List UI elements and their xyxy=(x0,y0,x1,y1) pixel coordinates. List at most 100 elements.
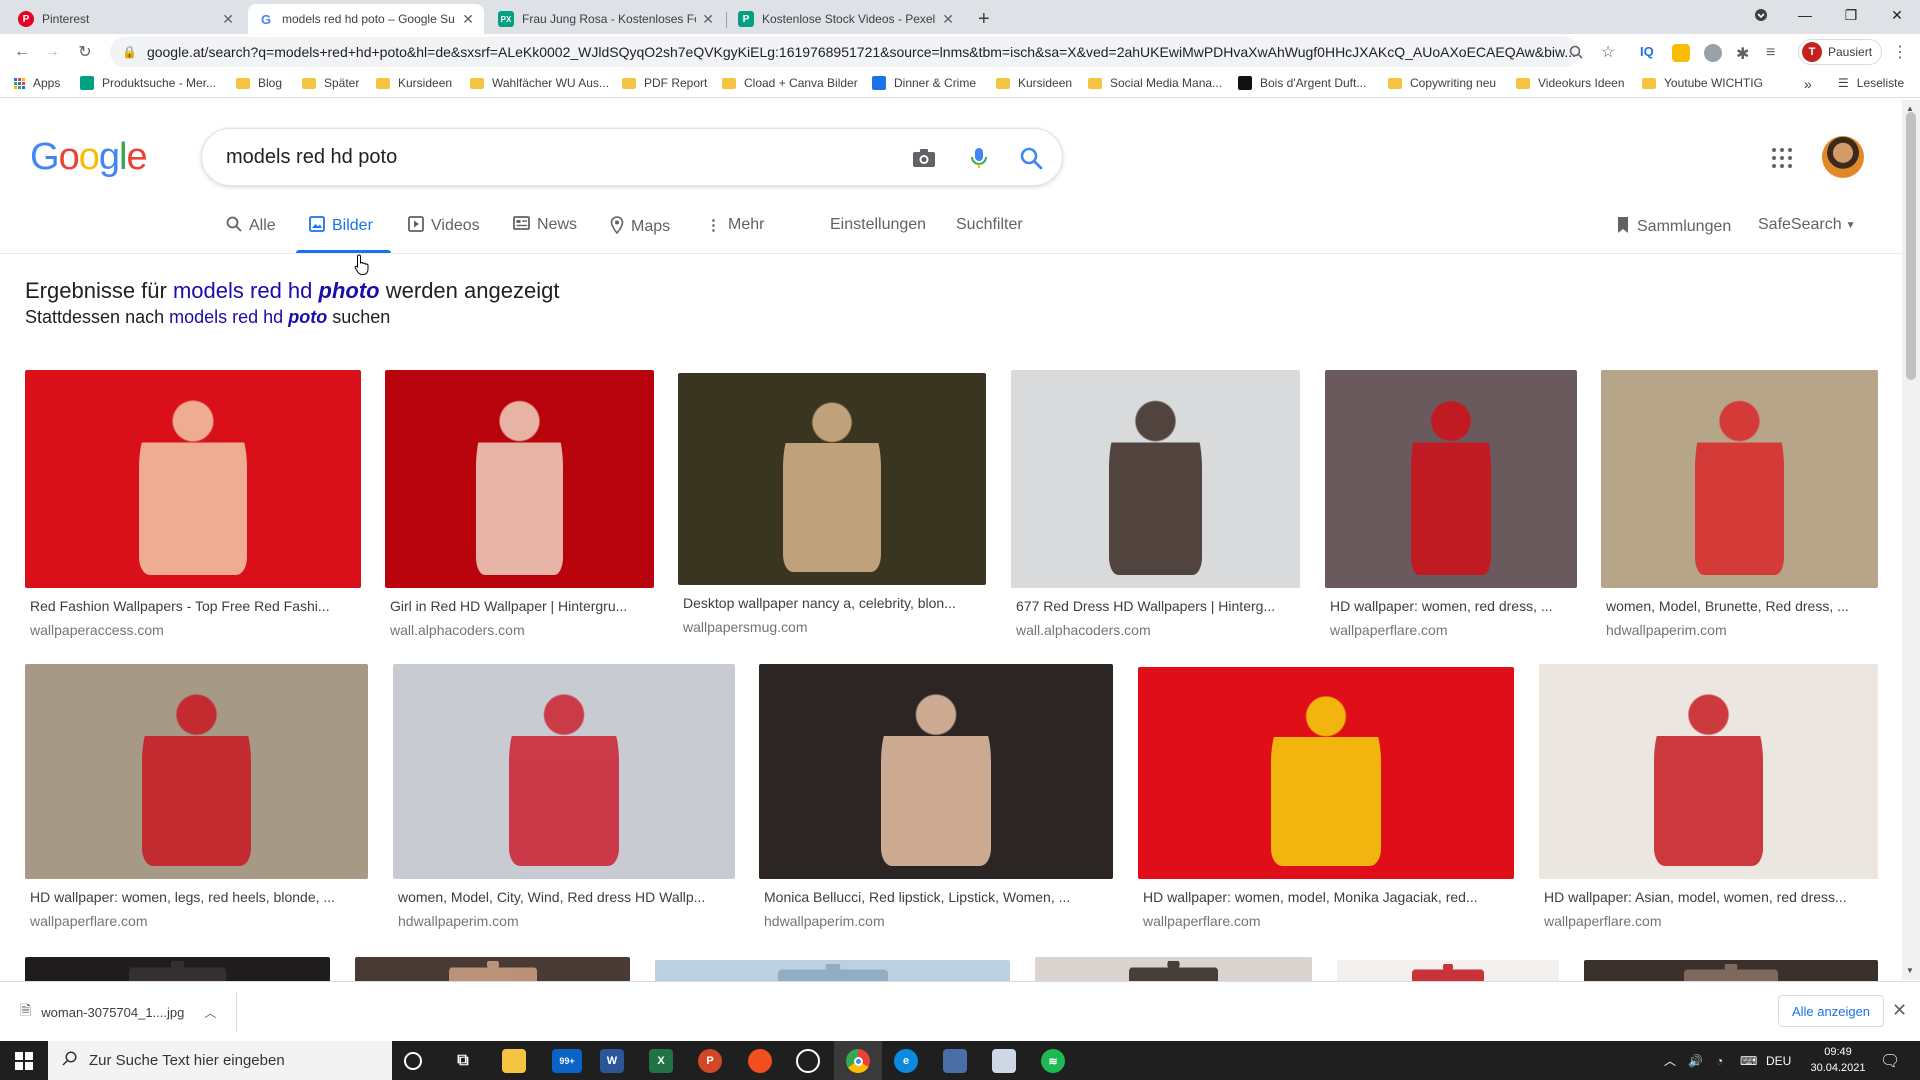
app-icon[interactable] xyxy=(748,1049,772,1073)
bookmark-item[interactable]: Kursideen xyxy=(376,76,452,90)
close-tab-icon[interactable]: ✕ xyxy=(702,11,714,28)
show-all-downloads-button[interactable]: Alle anzeigen xyxy=(1778,995,1884,1027)
more-bookmarks-button[interactable]: » xyxy=(1804,76,1812,92)
bookmark-item[interactable]: Dinner & Crime xyxy=(872,76,976,90)
close-tab-icon[interactable]: ✕ xyxy=(462,11,474,28)
tab-pinterest[interactable]: P Pinterest ✕ xyxy=(8,4,244,34)
collections-link[interactable]: Sammlungen xyxy=(1616,216,1731,238)
result-thumbnail[interactable] xyxy=(385,370,654,588)
wifi-icon[interactable]: ◔ xyxy=(1716,1041,1723,1080)
image-result[interactable]: Red Fashion Wallpapers - Top Free Red Fa… xyxy=(25,370,361,638)
search-input[interactable] xyxy=(226,143,866,171)
taskbar-clock[interactable]: 09:49 30.04.2021 xyxy=(1806,1044,1870,1076)
profile-button[interactable]: T Pausiert xyxy=(1798,39,1882,65)
result-source[interactable]: wallpaperflare.com xyxy=(1138,913,1514,929)
bookmark-item[interactable]: Copywriting neu xyxy=(1388,76,1496,90)
tab-google-search[interactable]: G models red hd poto – Google Su ✕ xyxy=(248,4,484,34)
close-download-shelf-icon[interactable]: ✕ xyxy=(1892,1000,1907,1021)
notification-icon[interactable]: 🗨 xyxy=(1880,1041,1900,1080)
iq-extension-icon[interactable]: IQ xyxy=(1640,44,1658,62)
mail-icon[interactable]: 99+ xyxy=(552,1049,582,1073)
image-result[interactable]: HD wallpaper: Asian, model, women, red d… xyxy=(1539,664,1878,929)
result-thumbnail[interactable] xyxy=(1601,370,1878,588)
result-source[interactable]: hdwallpaperim.com xyxy=(1601,622,1878,638)
app-icon[interactable] xyxy=(943,1049,967,1073)
corrected-query-link[interactable]: models red hd photo xyxy=(173,278,380,303)
extension-icon[interactable] xyxy=(1672,44,1690,62)
result-source[interactable]: wallpaperflare.com xyxy=(1539,913,1878,929)
result-caption[interactable]: Monica Bellucci, Red lipstick, Lipstick,… xyxy=(759,889,1113,905)
result-thumbnail[interactable] xyxy=(25,370,361,588)
cortana-icon[interactable] xyxy=(404,1052,422,1070)
tab-mehr[interactable]: ⋮ Mehr xyxy=(706,216,764,234)
result-source[interactable]: wallpapersmug.com xyxy=(678,619,986,635)
result-source[interactable]: hdwallpaperim.com xyxy=(759,913,1113,929)
image-result[interactable]: HD wallpaper: women, red dress, ... wallp… xyxy=(1325,370,1577,638)
volume-icon[interactable]: 🔊 xyxy=(1688,1041,1703,1080)
windows-start-icon[interactable] xyxy=(0,1041,48,1080)
image-result[interactable]: Girl in Red HD Wallpaper | Hintergru... w… xyxy=(385,370,654,638)
powerpoint-icon[interactable]: P xyxy=(698,1049,722,1073)
result-thumbnail[interactable] xyxy=(1138,667,1514,879)
result-thumbnail[interactable] xyxy=(678,373,986,585)
bookmark-item[interactable]: Videokurs Ideen xyxy=(1516,76,1625,90)
chrome-icon[interactable] xyxy=(846,1049,870,1073)
result-thumbnail[interactable] xyxy=(1539,664,1878,879)
forward-arrow-icon[interactable]: → xyxy=(40,40,64,64)
tab-pexels-photo[interactable]: PX Frau Jung Rosa - Kostenloses Fo ✕ xyxy=(488,4,724,34)
result-source[interactable]: wall.alphacoders.com xyxy=(1011,622,1300,638)
menu-kebab-icon[interactable]: ⋮ xyxy=(1888,40,1912,64)
result-thumbnail[interactable] xyxy=(25,664,368,879)
scroll-thumb[interactable] xyxy=(1906,112,1916,380)
result-source[interactable]: hdwallpaperim.com xyxy=(393,913,735,929)
result-caption[interactable]: HD wallpaper: women, red dress, ... xyxy=(1325,598,1577,614)
back-arrow-icon[interactable]: ← xyxy=(10,40,34,64)
bookmark-item[interactable]: PDF Report xyxy=(622,76,707,90)
tab-bilder[interactable]: Bilder xyxy=(309,216,373,236)
result-thumbnail[interactable] xyxy=(393,664,735,879)
result-caption[interactable]: Desktop wallpaper nancy a, celebrity, bl… xyxy=(678,595,986,611)
bookmark-apps[interactable]: Apps xyxy=(14,76,60,90)
taskbar-search[interactable]: Zur Suche Text hier eingeben xyxy=(48,1041,392,1080)
image-result[interactable]: HD wallpaper: women, model, Monika Jagac… xyxy=(1138,667,1514,929)
scroll-down-arrow-icon[interactable]: ▼ xyxy=(1906,966,1914,975)
result-source[interactable]: wall.alphacoders.com xyxy=(385,622,654,638)
puzzle-extensions-icon[interactable]: ✱ xyxy=(1736,44,1754,63)
media-queue-icon[interactable]: ≡ xyxy=(1766,44,1784,62)
result-caption[interactable]: HD wallpaper: women, legs, red heels, bl… xyxy=(25,889,368,905)
result-caption[interactable]: HD wallpaper: Asian, model, women, red d… xyxy=(1539,889,1878,905)
bookmark-item[interactable]: Bois d'Argent Duft... xyxy=(1238,76,1366,90)
result-source[interactable]: wallpaperflare.com xyxy=(25,913,368,929)
bookmark-star-icon[interactable]: ☆ xyxy=(1596,40,1620,64)
bookmark-item[interactable]: Youtube WICHTIG xyxy=(1642,76,1763,90)
app-icon[interactable] xyxy=(992,1049,1016,1073)
new-tab-button[interactable]: + xyxy=(972,4,1002,34)
result-caption[interactable]: HD wallpaper: women, model, Monika Jagac… xyxy=(1138,889,1514,905)
account-avatar[interactable] xyxy=(1822,136,1864,178)
bookmark-item[interactable]: Blog xyxy=(236,76,282,90)
tab-search-icon[interactable] xyxy=(1738,0,1784,30)
close-tab-icon[interactable]: ✕ xyxy=(222,11,234,28)
result-thumbnail[interactable] xyxy=(759,664,1113,879)
bookmark-item[interactable]: Später xyxy=(302,76,359,90)
image-result[interactable]: women, Model, City, Wind, Red dress HD W… xyxy=(393,664,735,929)
result-thumbnail[interactable] xyxy=(1011,370,1300,588)
tab-pexels-videos[interactable]: P Kostenlose Stock Videos - Pexels ✕ xyxy=(728,4,964,34)
result-caption[interactable]: 677 Red Dress HD Wallpapers | Hinterg... xyxy=(1011,598,1300,614)
bookmark-item[interactable]: Kursideen xyxy=(996,76,1072,90)
keyboard-icon[interactable]: ⌨ xyxy=(1740,1041,1757,1080)
bookmark-item[interactable]: Wahlfächer WU Aus... xyxy=(470,76,609,90)
bookmark-item[interactable]: Cload + Canva Bilder xyxy=(722,76,858,90)
extension-icon[interactable] xyxy=(1704,44,1722,62)
tray-chevron-icon[interactable]: ︿ xyxy=(1664,1041,1676,1080)
image-result[interactable]: Desktop wallpaper nancy a, celebrity, bl… xyxy=(678,373,986,635)
tab-news[interactable]: News xyxy=(513,216,577,234)
close-window-button[interactable]: ✕ xyxy=(1874,0,1920,30)
reading-list-button[interactable]: ☰ Leseliste xyxy=(1838,76,1904,90)
bookmark-item[interactable]: Produktsuche - Mer... xyxy=(80,76,216,90)
task-view-icon[interactable]: ⧉ xyxy=(451,1049,475,1073)
safesearch-dropdown[interactable]: SafeSearch ▼ xyxy=(1758,216,1856,234)
image-result[interactable]: Monica Bellucci, Red lipstick, Lipstick,… xyxy=(759,664,1113,929)
result-caption[interactable]: women, Model, City, Wind, Red dress HD W… xyxy=(393,889,735,905)
image-result[interactable]: 677 Red Dress HD Wallpapers | Hinterg...… xyxy=(1011,370,1300,638)
